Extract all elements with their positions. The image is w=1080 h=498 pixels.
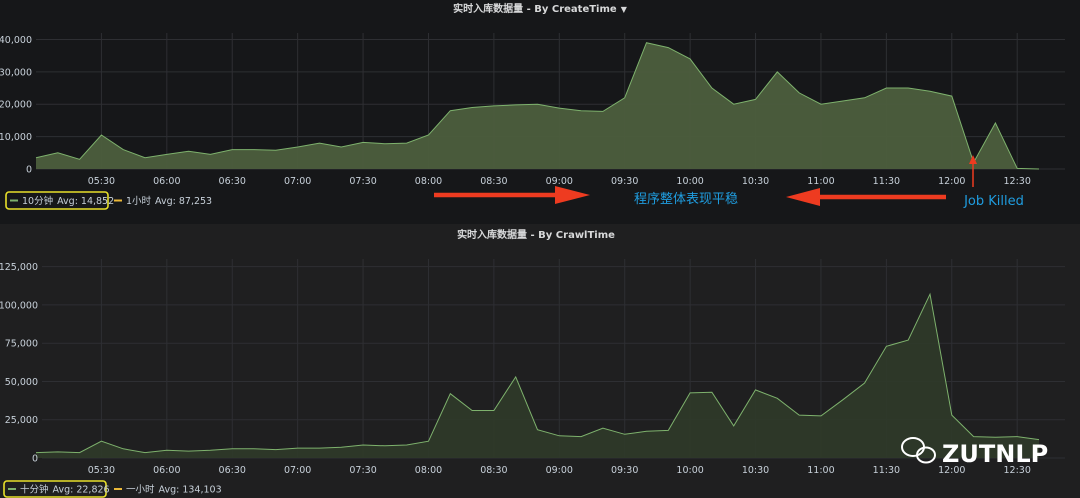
x-tick-label: 07:00 — [284, 465, 311, 476]
x-tick-label: 08:00 — [415, 465, 442, 476]
x-tick-label: 07:30 — [349, 176, 376, 187]
svg-text:1小时Avg: 87,253: 1小时 Avg: 87,253 — [126, 195, 212, 207]
legend-swatch — [114, 199, 122, 202]
annotation-job-killed: Job Killed — [963, 194, 1024, 209]
x-tick-label: 09:30 — [611, 176, 638, 187]
legend-swatch — [8, 488, 16, 490]
svg-text:一小时Avg: 134,103: 一小时 Avg: 134,103 — [126, 484, 222, 496]
legend-item-1h[interactable]: 一小时 Avg: 134,103 — [114, 484, 222, 496]
x-tick-label: 11:00 — [807, 176, 834, 187]
svg-text:10分钟Avg: 14,852: 10分钟 Avg: 14,852 — [22, 195, 114, 207]
x-tick-label: 06:00 — [153, 176, 180, 187]
x-tick-label: 06:00 — [153, 465, 180, 476]
x-ticks: 05:30 06:00 06:30 07:00 07:30 08:00 08:30 09:00… — [88, 465, 1031, 476]
y-tick-label: 0 — [32, 454, 38, 465]
x-tick-label: 10:30 — [742, 176, 769, 187]
x-ticks: 05:30 06:00 06:30 07:00 07:30 08:00 08:30 09:00… — [88, 176, 1031, 187]
annotation-stable: 程序整体表现平稳 — [634, 191, 738, 207]
x-tick-label: 09:00 — [546, 176, 573, 187]
y-tick-label: 75,000 — [5, 339, 38, 350]
y-tick-label: 50,000 — [5, 377, 38, 388]
legend-avg: Avg: 87,253 — [155, 196, 212, 207]
x-tick-label: 06:30 — [219, 465, 246, 476]
legend-avg: Avg: 22,826 — [53, 485, 110, 496]
panel-title[interactable]: 实时入库数据量 - By CreateTime ▼ — [453, 2, 628, 15]
legend-item-1h[interactable]: 1小时 Avg: 87,253 — [114, 195, 212, 207]
x-tick-label: 07:30 — [349, 465, 376, 476]
x-tick-label: 08:00 — [415, 176, 442, 187]
legend-swatch — [114, 488, 122, 490]
x-tick-label: 11:30 — [873, 176, 900, 187]
legend-series-name: 10分钟 — [22, 195, 53, 207]
x-tick-label: 05:30 — [88, 465, 115, 476]
x-tick-label: 10:30 — [742, 465, 769, 476]
x-tick-label: 09:00 — [546, 465, 573, 476]
legend-series-name: 一小时 — [126, 484, 155, 496]
y-tick-label: 30,000 — [0, 67, 32, 78]
y-tick-label: 10,000 — [0, 132, 32, 143]
y-tick-label: 125,000 — [0, 262, 38, 273]
legend-item-10min[interactable]: 10分钟 Avg: 14,852 — [10, 195, 114, 207]
y-tick-label: 25,000 — [5, 415, 38, 426]
legend-swatch — [10, 199, 18, 202]
legend-series-name: 1小时 — [126, 195, 152, 207]
legend-series-name: 十分钟 — [20, 484, 49, 496]
legend-avg: Avg: 14,852 — [57, 196, 114, 207]
x-tick-label: 12:00 — [938, 176, 965, 187]
watermark-text: ZUTNLP — [942, 440, 1048, 468]
x-tick-label: 08:30 — [480, 465, 507, 476]
y-tick-label: 0 — [26, 165, 32, 176]
x-tick-label: 05:30 — [88, 176, 115, 187]
legend-item-10min[interactable]: 十分钟 Avg: 22,826 — [8, 484, 110, 496]
x-tick-label: 11:30 — [873, 465, 900, 476]
x-tick-label: 07:00 — [284, 176, 311, 187]
panel-title[interactable]: 实时入库数据量 - By CrawlTime — [457, 228, 615, 241]
y-tick-label: 40,000 — [0, 35, 32, 46]
legend-avg: Avg: 134,103 — [159, 485, 222, 496]
x-tick-label: 11:00 — [807, 465, 834, 476]
x-tick-label: 10:00 — [676, 465, 703, 476]
x-tick-label: 12:30 — [1004, 176, 1031, 187]
x-tick-label: 06:30 — [219, 176, 246, 187]
x-tick-label: 08:30 — [480, 176, 507, 187]
x-tick-label: 10:00 — [676, 176, 703, 187]
y-tick-label: 20,000 — [0, 100, 32, 111]
x-tick-label: 09:30 — [611, 465, 638, 476]
svg-text:十分钟Avg: 22,826: 十分钟 Avg: 22,826 — [20, 484, 110, 496]
dashboard: 实时入库数据量 - By CreateTime ▼ 0 10,000 20,000 30… — [0, 0, 1080, 498]
y-tick-label: 100,000 — [0, 300, 38, 311]
